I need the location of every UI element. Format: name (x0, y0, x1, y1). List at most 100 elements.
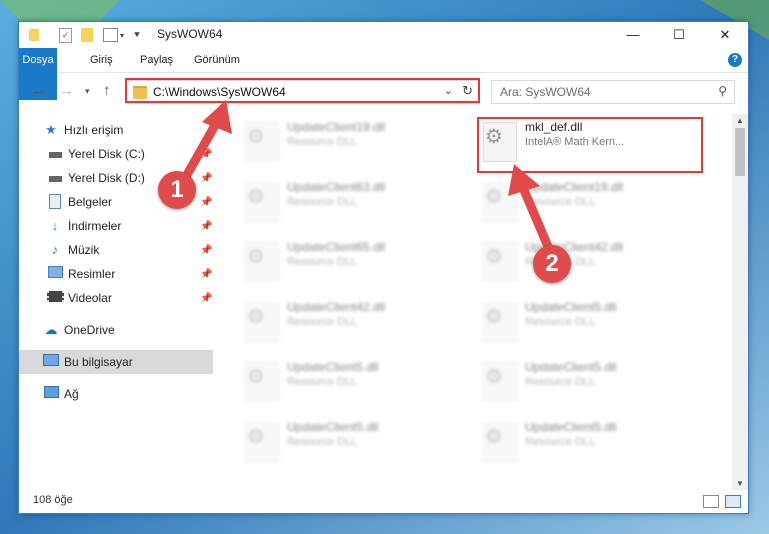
pin-icon[interactable]: 📌 (200, 149, 212, 160)
file-highlight-box (477, 117, 703, 173)
file-item[interactable]: ⚙ UpdateClient5.dll Resource DLL (237, 414, 467, 466)
file-name: UpdateClient5.dll (287, 360, 379, 374)
pin-icon[interactable]: 📌 (200, 293, 212, 304)
sidebar-item-disk-c[interactable]: Yerel Disk (C:) 📌 (19, 142, 213, 166)
sidebar-item-label: OneDrive (64, 323, 115, 337)
back-icon[interactable]: ← (31, 82, 46, 99)
gear-icon: ⚙ (247, 426, 265, 448)
scroll-thumb[interactable] (735, 128, 745, 176)
pin-icon[interactable]: 📌 (200, 197, 212, 208)
step-2-badge: 2 (533, 245, 571, 283)
file-description: Resource DLL (287, 376, 358, 388)
large-icons-view-icon[interactable] (725, 495, 741, 508)
file-name: UpdateClient19.dll (525, 180, 624, 194)
sidebar-item-label: Belgeler (68, 195, 113, 209)
sidebar-item-label: İndirmeler (68, 219, 122, 233)
file-name: UpdateClient5.dll (287, 420, 379, 434)
sidebar-item-downloads[interactable]: ↓ İndirmeler 📌 (19, 214, 213, 238)
forward-icon[interactable]: → (59, 82, 74, 99)
gear-icon: ⚙ (485, 306, 503, 328)
pin-icon[interactable]: 📌 (200, 269, 212, 280)
file-name: UpdateClient5.dll (525, 360, 617, 374)
details-view-icon[interactable] (703, 495, 719, 508)
view-options-icon[interactable] (103, 28, 118, 42)
file-item[interactable]: ⚙ UpdateClient19.dll Resource DLL (475, 174, 705, 226)
properties-icon[interactable]: ✓ (59, 27, 72, 43)
customize-toolbar-icon[interactable]: ⯆ (133, 30, 141, 41)
pin-icon[interactable]: 📌 (200, 173, 212, 184)
tab-paylas[interactable]: Paylaş (131, 48, 182, 72)
gear-icon: ⚙ (485, 246, 503, 268)
search-input[interactable]: Ara: SysWOW64 ⚲ (491, 80, 735, 104)
sidebar-item-quick-access[interactable]: ★ Hızlı erişim (19, 118, 213, 142)
new-folder-icon[interactable] (81, 28, 93, 42)
title-bar: ✓ ▾ ⯆ SysWOW64 — ☐ ✕ (19, 22, 748, 48)
up-icon[interactable]: ↑ (103, 82, 111, 99)
file-item[interactable]: ⚙ UpdateClient5.dll Resource DLL (475, 354, 705, 406)
chevron-down-icon[interactable]: ▼ (736, 479, 744, 488)
file-name: UpdateClient42.dll (287, 300, 386, 314)
file-description: Resource DLL (287, 136, 358, 148)
file-item[interactable]: ⚙ UpdateClient42.dll Resource DLL (237, 294, 467, 346)
sidebar-item-videos[interactable]: Videolar 📌 (19, 286, 213, 310)
sidebar-item-network[interactable]: Ağ (19, 382, 213, 406)
chevron-up-icon[interactable]: ▲ (736, 116, 744, 125)
file-description: Resource DLL (287, 196, 358, 208)
window-title: SysWOW64 (157, 27, 223, 41)
minimize-button[interactable]: — (610, 22, 656, 48)
gear-icon: ⚙ (485, 426, 503, 448)
status-bar: 108 öğe (19, 490, 748, 513)
tab-gorunum[interactable]: Görünüm (185, 48, 249, 72)
search-icon[interactable]: ⚲ (718, 84, 727, 98)
sidebar-item-pictures[interactable]: Resimler 📌 (19, 262, 213, 286)
file-item[interactable]: ⚙ UpdateClient42.dll Resource DLL (475, 234, 705, 286)
download-icon: ↓ (51, 218, 59, 233)
file-description: Resource DLL (525, 436, 596, 448)
maximize-button[interactable]: ☐ (656, 22, 702, 48)
close-button[interactable]: ✕ (702, 22, 748, 48)
gear-icon: ⚙ (247, 246, 265, 268)
tab-giris[interactable]: Giriş (81, 48, 122, 72)
gear-icon: ⚙ (247, 366, 265, 388)
sidebar-item-label: Videolar (68, 291, 112, 305)
file-item[interactable]: ⚙ UpdateClient5.dll Resource DLL (475, 414, 705, 466)
file-description: Resource DLL (287, 436, 358, 448)
sidebar-item-label: Hızlı erişim (64, 123, 124, 137)
file-item[interactable]: ⚙ UpdateClient65.dll Resource DLL (237, 234, 467, 286)
file-item[interactable]: ⚙ UpdateClient19.dll Resource DLL (237, 114, 467, 166)
drive-icon (47, 170, 63, 186)
navigation-pane: ★ Hızlı erişim Yerel Disk (C:) 📌 Yerel D… (19, 114, 213, 490)
pin-icon[interactable]: 📌 (200, 221, 212, 232)
file-item[interactable]: ⚙ UpdateClient63.dll Resource DLL (237, 174, 467, 226)
help-icon[interactable]: ? (728, 53, 742, 67)
music-icon: ♪ (51, 242, 59, 257)
file-name: UpdateClient63.dll (287, 180, 386, 194)
file-description: Resource DLL (525, 376, 596, 388)
star-icon: ★ (45, 122, 57, 137)
recent-locations-icon[interactable]: ▾ (85, 86, 90, 97)
gear-icon: ⚙ (247, 126, 265, 148)
gear-icon: ⚙ (247, 306, 265, 328)
sidebar-item-label: Bu bilgisayar (64, 355, 133, 369)
explorer-window: ✓ ▾ ⯆ SysWOW64 — ☐ ✕ Dosya Giriş Paylaş … (18, 21, 749, 514)
drive-icon (47, 146, 63, 162)
file-description: Resource DLL (525, 196, 596, 208)
sidebar-item-music[interactable]: ♪ Müzik 📌 (19, 238, 213, 262)
file-description: Resource DLL (525, 316, 596, 328)
file-name: UpdateClient19.dll (287, 120, 386, 134)
pin-icon[interactable]: 📌 (200, 245, 212, 256)
sidebar-item-this-pc[interactable]: Bu bilgisayar (19, 350, 213, 374)
vertical-scrollbar[interactable]: ▲ ▼ (732, 114, 748, 490)
chevron-down-icon[interactable]: ▾ (120, 31, 124, 40)
file-name: UpdateClient5.dll (525, 300, 617, 314)
gear-icon: ⚙ (247, 186, 265, 208)
sidebar-item-label: Yerel Disk (C:) (68, 147, 145, 161)
address-highlight-box (125, 78, 480, 103)
file-list: ⚙ UpdateClient19.dll Resource DLL ⚙ Upda… (217, 114, 732, 490)
sidebar-item-onedrive[interactable]: ☁ OneDrive (19, 318, 213, 342)
file-item[interactable]: ⚙ UpdateClient5.dll Resource DLL (475, 294, 705, 346)
file-description: Resource DLL (287, 256, 358, 268)
videos-icon (47, 290, 64, 306)
documents-icon (47, 194, 63, 210)
file-item[interactable]: ⚙ UpdateClient5.dll Resource DLL (237, 354, 467, 406)
